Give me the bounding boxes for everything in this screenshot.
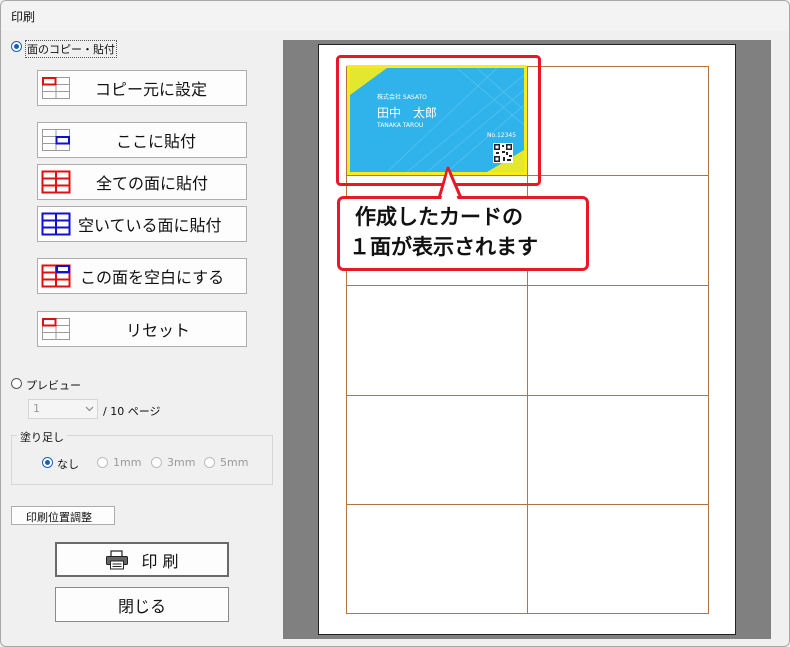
print-position-adjust-button[interactable]: 印刷位置調整 xyxy=(11,506,115,525)
grid-blank-icon xyxy=(41,264,71,288)
bleed-3mm-label: 3mm xyxy=(167,456,196,469)
print-label: 印 刷 xyxy=(141,551,179,571)
reset-label: リセット xyxy=(126,321,191,340)
paste-all-label: 全ての面に貼付 xyxy=(96,174,209,193)
preview-mode-radio[interactable] xyxy=(11,378,22,389)
page-select-value: 1 xyxy=(33,402,40,415)
page-select[interactable]: 1 xyxy=(28,399,98,419)
make-blank-button[interactable]: この面を空白にする xyxy=(37,258,247,294)
print-button[interactable]: 印 刷 xyxy=(55,542,229,577)
card-slot[interactable] xyxy=(527,395,709,505)
bleed-5mm-label: 5mm xyxy=(220,456,249,469)
paste-all-button[interactable]: 全ての面に貼付 xyxy=(37,164,247,200)
grid-reset-icon xyxy=(42,318,70,340)
grid-paste-empty-icon xyxy=(41,212,71,236)
set-copy-source-label: コピー元に設定 xyxy=(95,80,208,99)
card-slot[interactable] xyxy=(346,504,528,614)
callout-line-2: １面が表示されます xyxy=(349,235,538,259)
card-slot[interactable] xyxy=(346,395,528,505)
bleed-none-radio[interactable] xyxy=(42,457,53,468)
close-button[interactable]: 閉じる xyxy=(55,587,229,622)
page-total-label: / 10 ページ xyxy=(103,405,161,418)
paste-empty-button[interactable]: 空いている面に貼付 xyxy=(37,206,247,242)
copy-paste-mode-label[interactable]: 面のコピー・貼付 xyxy=(25,40,117,58)
bleed-1mm-label: 1mm xyxy=(113,456,142,469)
printer-icon xyxy=(106,549,129,569)
title-bar: 印刷 xyxy=(1,1,789,31)
paste-empty-label: 空いている面に貼付 xyxy=(78,216,222,235)
bleed-1mm-radio[interactable] xyxy=(97,457,108,468)
reset-button[interactable]: リセット xyxy=(37,311,247,347)
close-label: 閉じる xyxy=(117,596,166,616)
bleed-none-label: なし xyxy=(57,458,79,471)
window-title: 印刷 xyxy=(11,10,36,24)
card-slot[interactable] xyxy=(527,504,709,614)
callout-line-1: 作成したカードの xyxy=(355,205,523,229)
chevron-down-icon xyxy=(85,406,94,412)
grid-paste-all-icon xyxy=(41,170,71,194)
print-dialog: 印刷 面のコピー・貼付 コピー元に設定 ここに貼付 全ての面に貼付 空いている面… xyxy=(0,0,790,647)
set-copy-source-button[interactable]: コピー元に設定 xyxy=(37,70,247,106)
bleed-5mm-radio[interactable] xyxy=(204,457,215,468)
bleed-3mm-radio[interactable] xyxy=(151,457,162,468)
card-slot[interactable] xyxy=(346,285,528,396)
paste-here-label: ここに貼付 xyxy=(116,132,197,151)
grid-source-icon xyxy=(42,77,70,99)
bleed-group-label: 塗り足し xyxy=(17,429,67,445)
paste-here-button[interactable]: ここに貼付 xyxy=(37,122,247,158)
grid-paste-here-icon xyxy=(42,129,70,151)
preview-mode-label[interactable]: プレビュー xyxy=(26,377,81,393)
make-blank-label: この面を空白にする xyxy=(80,268,225,287)
card-slot[interactable] xyxy=(527,285,709,396)
print-position-adjust-label: 印刷位置調整 xyxy=(26,511,92,524)
copy-paste-mode-radio[interactable] xyxy=(11,41,22,52)
